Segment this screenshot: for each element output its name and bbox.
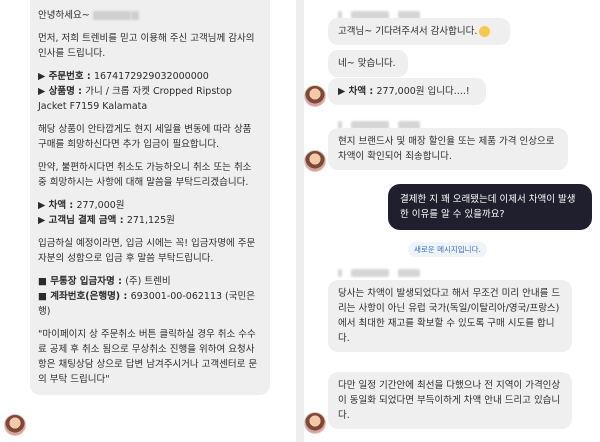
user-message: 결제한 지 꽤 오래됐는데 이제서 차액이 발생한 이유를 알 수 있을까요? [388,184,592,230]
message-text: 결제한 지 꽤 오래됐는데 이제서 차액이 발생한 이유를 알 수 있을까요? [400,194,576,220]
account-label: ■ 계좌번호(은행명) : [38,291,131,302]
cancel-note: 만약, 불편하시다면 취소도 가능하오니 취소 또는 취소 중 희망하시는 사항… [38,162,252,188]
redacted-mark [338,268,342,277]
agent-avatar [304,150,326,172]
redacted-name [351,268,390,277]
message-text: 고객님~ 기다려주셔서 감사합니다. [338,26,478,37]
order-number-label: ▶ 주문번호 : [38,71,94,82]
deposit-note: 입금하실 예정이라면, 입금 시에는 꼭! 입금자명에 주문자분의 성함으로 입… [38,238,256,264]
product-label: ▶ 상품명 : [38,86,86,97]
agent-message-long: 안녕하세요~ 먼저, 저희 트렌비를 믿고 이용해 주신 고객님께 감사의 인사… [30,0,270,395]
explain-text: 해당 상품이 안타깝게도 현지 세일율 변동에 따라 상품 구매를 희망하신다면… [38,124,252,150]
bank-name-label: ■ 무통장 입금자명 : [38,276,126,287]
agent-avatar [4,414,26,436]
pane-divider [296,0,304,442]
agent-avatar [304,412,326,434]
message-text: 네~ 맞습니다. [338,58,396,69]
right-chat-pane: 고객님~ 기다려주셔서 감사합니다. 네~ 맞습니다. ▶ 차액 : 277,0… [304,0,600,442]
redacted-time [398,268,421,277]
agent-message: 고객님~ 기다려주셔서 감사합니다. [328,18,510,45]
emoji-icon [479,26,491,37]
diff-label: ▶ 차액 : [338,86,377,97]
paid-label: ▶ 고객님 결제 금액 : [38,215,127,226]
new-messages-divider: 새로운 메시지입니다. [408,242,487,257]
mypage-note: "마이페이지 상 주문취소 버튼 클릭하실 경우 취소 수수료 공제 후 취소 … [38,329,258,385]
redacted-header [338,262,424,281]
diff-value: 277,000원 [76,200,125,211]
diff-label: ▶ 차액 : [38,200,77,211]
agent-avatar [304,85,326,107]
diff-value: 277,000원 입니다....! [376,86,470,97]
bank-name: (주) 트렌비 [125,276,171,287]
agent-message: ▶ 차액 : 277,000원 입니다....! [328,78,486,105]
agent-message: 다만 일정 기간안에 최선을 다했으나 전 지역이 가격인상이 동일화 되었다면… [328,372,572,429]
intro-text: 먼저, 저희 트렌비를 믿고 이용해 주신 고객님께 감사의 인사를 드립니다. [38,33,255,59]
redacted-mark [130,11,139,20]
message-text: 현지 브랜드사 및 매장 할인율 또는 제품 가격 인상으로 차액이 확인되어 … [338,136,555,162]
redacted-name [92,11,131,20]
message-text: 다만 일정 기간안에 최선을 다했으나 전 지역이 가격인상이 동일화 되었다면… [338,380,561,421]
greeting-text: 안녕하세요~ [38,10,90,21]
paid-value: 271,125원 [126,215,175,226]
order-number: 1674172929032000000 [94,71,209,82]
left-chat-pane: 안녕하세요~ 먼저, 저희 트렌비를 믿고 이용해 주신 고객님께 감사의 인사… [0,0,296,442]
agent-message: 네~ 맞습니다. [328,50,408,77]
agent-message: 현지 브랜드사 및 매장 할인율 또는 제품 가격 인상으로 차액이 확인되어 … [328,128,568,170]
message-text: 당사는 차액이 발생되었다고 해서 무조건 미리 안내를 드리는 사항이 아닌 … [338,288,561,344]
agent-message: 당사는 차액이 발생되었다고 해서 무조건 미리 안내를 드리는 사항이 아닌 … [328,280,572,352]
